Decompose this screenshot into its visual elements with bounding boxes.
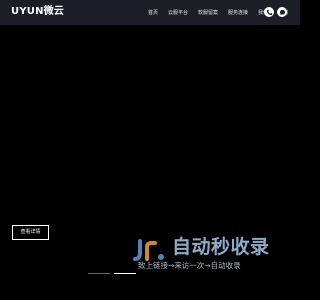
nav-item-cloud-platform[interactable]: 云服平台: [168, 8, 188, 18]
top-navigation-bar: UYUN微云 首页 云服平台 软服留案 服务连接 我们 共创: [0, 0, 300, 25]
chat-icon: [279, 9, 285, 15]
site-logo[interactable]: UYUN微云: [11, 6, 64, 18]
watermark-title: 自动秒收录: [172, 236, 270, 258]
chat-button[interactable]: [277, 7, 287, 17]
phone-icon: [266, 9, 272, 15]
phone-button[interactable]: [264, 7, 274, 17]
nav-item-hosting[interactable]: 软服留案: [198, 8, 218, 18]
page: UYUN微云 首页 云服平台 软服留案 服务连接 我们 共创 查看详情: [0, 0, 300, 300]
watermark-overlay: 自动秒收录 致上链接→来访一次→自动收录: [126, 232, 284, 274]
watermark-subtitle: 致上链接→来访一次→自动收录: [138, 261, 241, 270]
nav-item-home[interactable]: 首页: [148, 8, 158, 18]
slider-indicator-1[interactable]: [88, 272, 110, 274]
view-details-button[interactable]: 查看详情: [12, 225, 49, 240]
nav-item-support[interactable]: 服务连接: [228, 8, 248, 18]
